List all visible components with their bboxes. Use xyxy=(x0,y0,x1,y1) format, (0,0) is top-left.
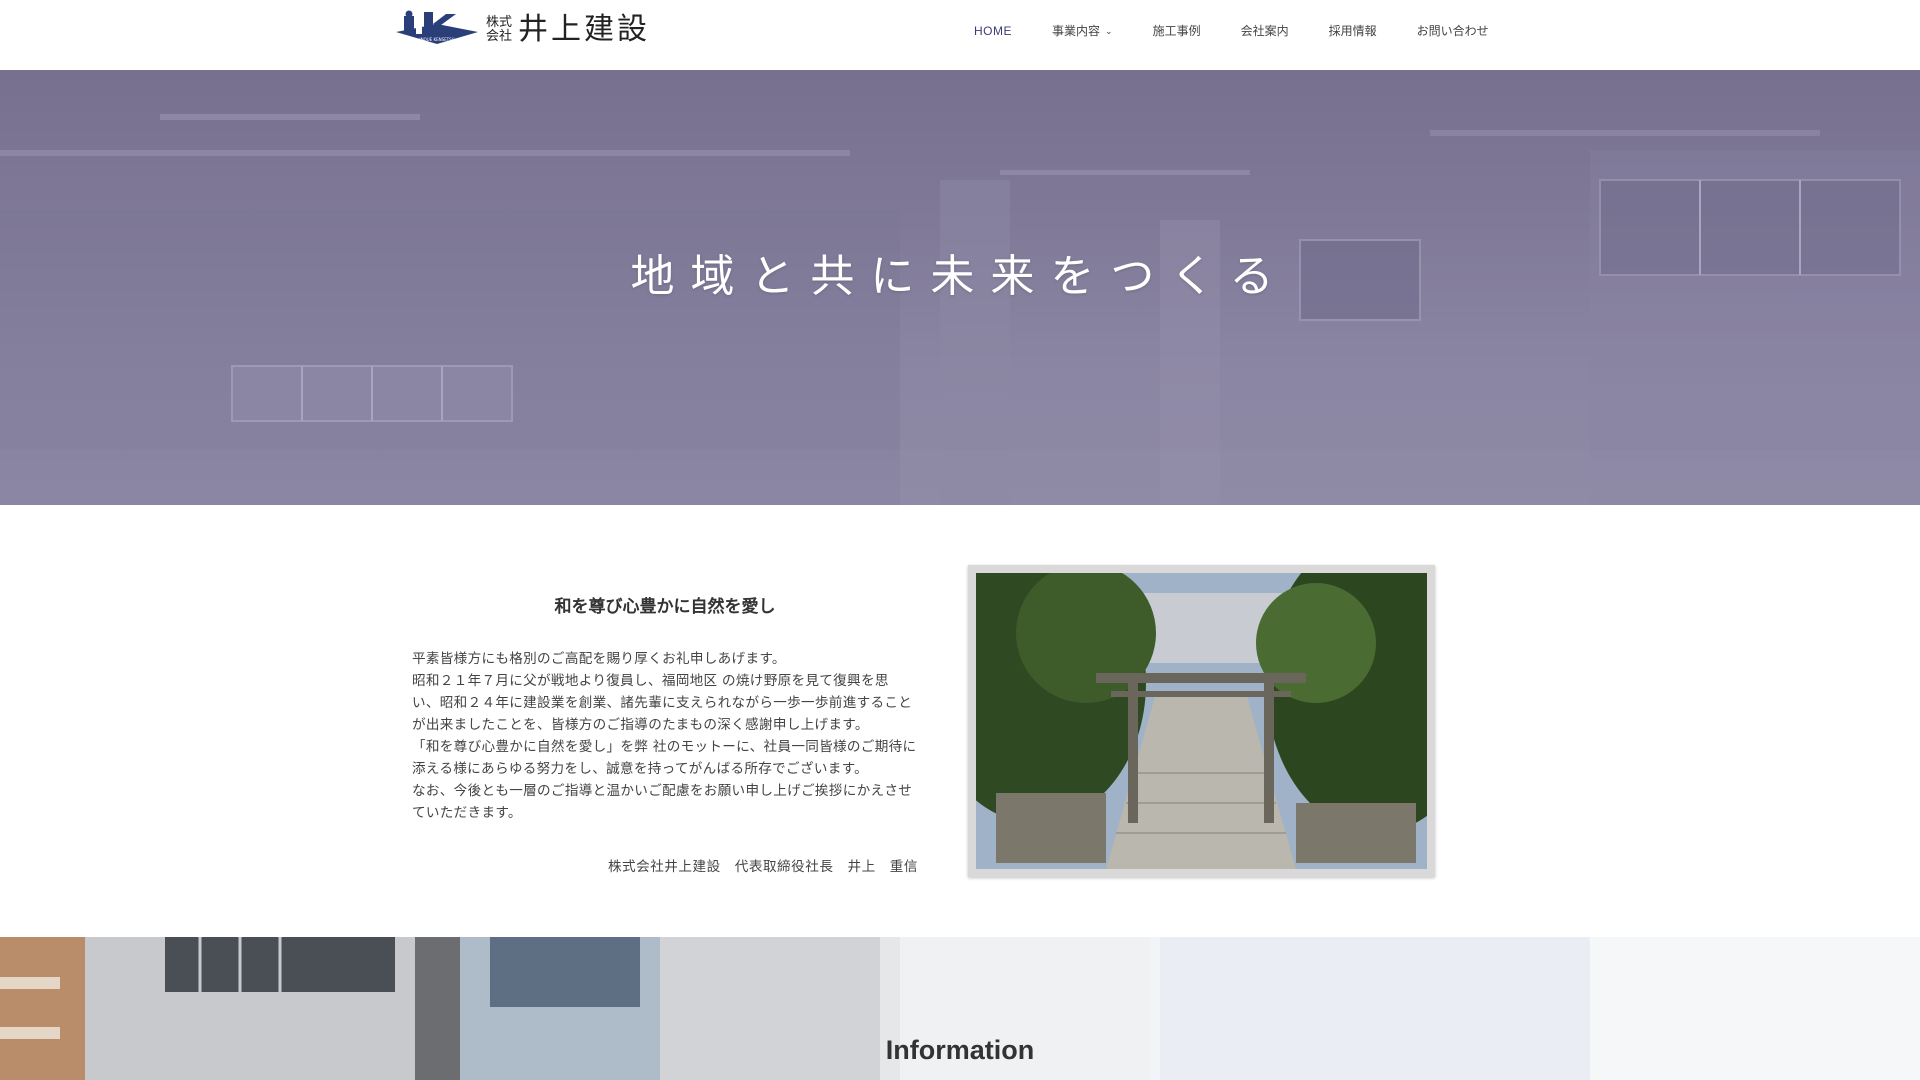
hero-banner: 地域と共に未来をつくる xyxy=(0,70,1920,505)
greeting-line: い、昭和２４年に建設業を創業、諸先輩に支えられながら一歩一歩前進すること xyxy=(412,695,913,711)
greeting-line: ていただきます。 xyxy=(412,805,522,821)
svg-text:INOUE KENSETSU: INOUE KENSETSU xyxy=(419,37,454,42)
nav-recruit[interactable]: 採用情報 xyxy=(1329,22,1377,39)
torii-gate-image xyxy=(976,573,1427,869)
greeting-heading: 和を尊び心豊かに自然を愛し xyxy=(554,597,776,617)
nav-company[interactable]: 会社案内 xyxy=(1241,22,1289,39)
greeting-body: 平素皆様方にも格別のご高配を賜り厚くお礼申しあげます。 昭和２１年７月に父が戦地… xyxy=(412,648,922,824)
nav-works[interactable]: 施工事例 xyxy=(1153,22,1201,39)
main-nav: HOME 事業内容 ⌄ 施工事例 会社案内 採用情報 お問い合わせ xyxy=(974,22,1529,39)
site-header: INOUE KENSETSU 株式 会社 井上建設 HOME 事業内容 ⌄ 施工事… xyxy=(0,0,1920,70)
nav-contact[interactable]: お問い合わせ xyxy=(1417,22,1489,39)
logo-kabushiki: 株式 会社 xyxy=(486,15,513,44)
nav-home[interactable]: HOME xyxy=(974,22,1012,39)
greeting-line: なお、今後とも一層のご指導と温かいご配慮をお願い申し上げご挨拶にかえさせ xyxy=(412,783,913,799)
greeting-line: が出来ましたことを、皆様方のご指導のたまもの深く感謝申し上げます。 xyxy=(412,717,869,733)
greeting-line: 添える様にあらゆる努力をし、誠意を持ってがんばる所存でございます。 xyxy=(412,761,869,777)
nav-business[interactable]: 事業内容 ⌄ xyxy=(1052,22,1113,39)
greeting-line: 昭和２１年７月に父が戦地より復員し、福岡地区 の焼け野原を見て復興を思 xyxy=(412,673,889,689)
greeting-signature: 株式会社井上建設 代表取締役社長 井上 重信 xyxy=(607,859,918,875)
company-name: 井上建設 xyxy=(518,12,651,47)
greeting-line: 平素皆様方にも格別のご高配を賜り厚くお礼申しあげます。 xyxy=(412,651,786,667)
logo[interactable]: INOUE KENSETSU 株式 会社 井上建設 xyxy=(394,10,650,50)
chevron-down-icon: ⌄ xyxy=(1105,26,1113,37)
information-heading: Information xyxy=(885,1035,1035,1065)
greeting-line: 「和を尊び心豊かに自然を愛し」を弊 社のモットーに、社員一同皆様のご期待に xyxy=(412,739,917,755)
hero-title: 地域と共に未来をつくる xyxy=(630,251,1290,302)
shrine-photo xyxy=(968,565,1435,877)
logo-mark-icon: INOUE KENSETSU xyxy=(396,10,478,44)
